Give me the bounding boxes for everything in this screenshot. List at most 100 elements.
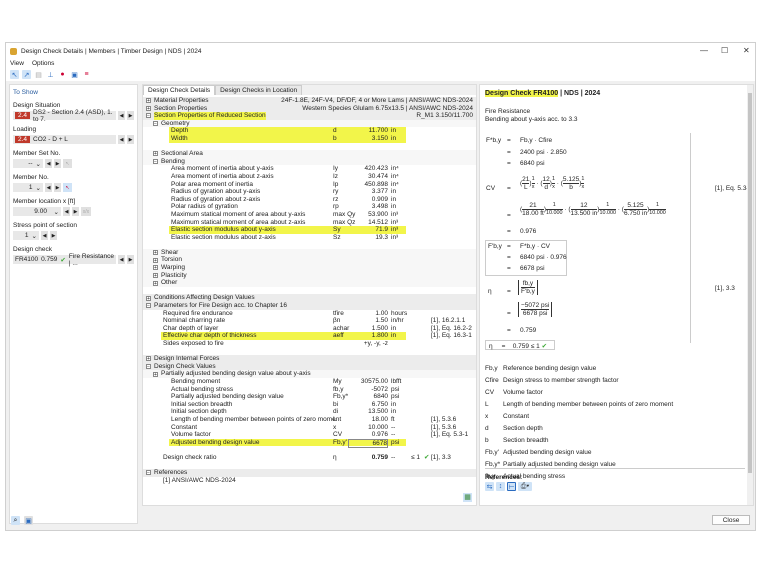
prev-icon[interactable]: ◀ [118,255,125,264]
expand-icon[interactable]: + [153,265,158,271]
expand-icon[interactable]: + [153,250,158,256]
next-icon[interactable]: ▶ [127,135,134,144]
expand-icon[interactable]: + [153,151,158,157]
location-select[interactable]: 9.00 ⌄ [13,207,61,216]
collapse-icon[interactable]: − [146,113,151,119]
table-row[interactable]: Partially adjusted bending design value F… [143,393,476,401]
table-row[interactable]: Depth d 11.700 in [143,127,476,135]
section-group[interactable]: − Design Check Values [143,362,476,371]
prev-icon[interactable]: ◀ [41,231,48,240]
table-row[interactable]: Required fire endurance tfire 1.00 hours [143,310,476,318]
fit-width-icon[interactable]: ⊢ [507,482,516,491]
next-icon[interactable]: ▶ [50,231,57,240]
expand-icon[interactable]: + [153,371,158,377]
table-row[interactable]: Actual bending stress fb,y -5072 psi [143,386,476,394]
subsection-group[interactable]: − Bending [143,157,476,166]
table-row[interactable]: Area moment of inertia about y-axis Iy 420… [143,165,476,173]
subsection-group[interactable]: + Plasticity [143,271,476,280]
menu-options[interactable]: Options [32,60,54,67]
select-icon[interactable]: ↖ [10,70,19,79]
view-icon[interactable]: ▣ [24,516,33,525]
prev-icon[interactable]: ◀ [63,207,70,216]
table-row[interactable]: Effective char depth of thickness aeff 1.8… [143,332,476,340]
pick-member-set-icon[interactable]: ↖ [63,159,72,168]
prev-icon[interactable]: ◀ [45,183,52,192]
expand-icon[interactable]: + [146,98,151,104]
section-group[interactable]: − References [143,469,476,477]
table-row[interactable]: Constant x 10.000 -- [1], 5.3.6 [143,424,476,432]
table-row[interactable]: Polar radius of gyration rp 3.498 in [143,203,476,211]
table-row[interactable]: Adjusted bending design value Fb,y' 6678 ps… [143,438,476,449]
subsection-group[interactable]: + Partially adjusted bending design value… [143,370,476,378]
report-scrollbar[interactable] [747,85,753,505]
table-row[interactable]: Volume factor CV 0.976 -- [1], Eq. 5.3-1 [143,431,476,439]
table-row[interactable]: Bending moment My 30575.00 lbfft [143,378,476,386]
tab-design-checks-in-location[interactable]: Design Checks in Location [215,85,303,95]
color-scale-icon[interactable]: ● [58,70,67,79]
next-icon[interactable]: ▶ [127,111,134,120]
table-row[interactable]: Radius of gyration about y-axis ry 3.377 in [143,188,476,196]
table-row[interactable]: Polar area moment of inertia Ip 450.898 in⁴ [143,181,476,189]
tab-design-check-details[interactable]: Design Check Details [143,85,216,95]
table-row[interactable]: Width b 3.150 in [143,134,476,143]
table-row[interactable]: Nominal charring rate βn 1.50 in/hr [1], 16.… [143,317,476,325]
subsection-group[interactable]: + Torsion [143,256,476,265]
stress-point-select[interactable]: 1 ⌄ [13,231,39,240]
collapse-icon[interactable]: − [153,121,158,127]
maximize-button[interactable]: ☐ [721,46,728,55]
collapse-icon[interactable]: − [153,159,158,165]
section-group[interactable]: + Material Properties 24F-1.8E, 24F-V4, DF… [143,97,476,105]
subsection-group[interactable]: + Warping [143,264,476,272]
filter-icon[interactable]: ▤ [34,70,43,79]
section-group[interactable]: + Design Internal Forces [143,355,476,363]
member-icon[interactable]: ⊥ [46,70,55,79]
settings-icon[interactable]: ≡ [82,70,91,79]
expand-icon[interactable]: + [153,272,158,278]
table-row[interactable]: Elastic section modulus about z-axis Sz 19… [143,234,476,242]
design-situation-select[interactable]: 2.4 DS2 - Section 2.4 (ASD), 1. to 7. [13,109,116,123]
minimize-button[interactable]: — [700,46,708,55]
collapse-icon[interactable]: − [146,303,151,309]
subsection-group[interactable]: + Other [143,279,476,287]
section-group[interactable]: − Parameters for Fire Design acc. to Chap… [143,302,476,310]
collapse-icon[interactable]: − [146,364,151,370]
expand-icon[interactable]: + [146,105,151,111]
section-group[interactable]: + Section Properties Western Species Glula… [143,104,476,113]
next-icon[interactable]: ▶ [127,255,134,264]
table-row[interactable]: Sides exposed to fire +y, -y, -z [143,340,476,348]
collapse-icon[interactable]: − [146,470,151,476]
table-row[interactable]: Length of bending member between points … [143,416,476,424]
member-set-select[interactable]: -- ⌄ [13,159,43,168]
prev-icon[interactable]: ◀ [118,111,125,120]
table-row[interactable]: Maximum statical moment of area about y-… [143,211,476,219]
next-icon[interactable]: ▶ [54,159,61,168]
symbols-icon[interactable]: ↕ [496,482,505,491]
prev-icon[interactable]: ◀ [45,159,52,168]
table-row[interactable]: Area moment of inertia about z-axis Iz 30.… [143,173,476,181]
table-row[interactable]: Initial section breadth bi 6.750 in [143,401,476,409]
table-row[interactable]: Char depth of layer achar 1.500 in [1], Eq. … [143,325,476,333]
export-icon[interactable]: ▦ [463,493,472,502]
member-select[interactable]: 1 ⌄ [13,183,43,192]
print-icon[interactable]: ⎙▾ [518,482,532,491]
expand-icon[interactable]: + [153,257,158,263]
table-row[interactable]: Elastic section modulus about y-axis Sy 71… [143,226,476,234]
section-icon[interactable]: ▣ [70,70,79,79]
close-button[interactable]: Close [712,515,750,525]
search-icon[interactable]: ⌕ [11,516,20,525]
location-options-icon[interactable]: x/x [81,207,91,216]
subsection-group[interactable]: − Geometry [143,119,476,128]
section-group[interactable]: + Conditions Affecting Design Values [143,294,476,303]
table-row[interactable]: Radius of gyration about z-axis rz 0.909 in [143,196,476,204]
subsection-group[interactable]: + Sectional Area [143,150,476,158]
next-icon[interactable]: ▶ [54,183,61,192]
expand-icon[interactable]: + [146,356,151,362]
table-row[interactable]: Initial section depth di 13.500 in [143,408,476,416]
subsection-group[interactable]: + Shear [143,248,476,257]
section-group[interactable]: − Section Properties of Reduced Section R_… [143,112,476,120]
expand-icon[interactable]: + [153,280,158,286]
pick-icon[interactable]: ↗ [22,70,31,79]
pick-member-icon[interactable]: ↖ [63,183,72,192]
loading-select[interactable]: 2.4 CO2 - D + L [13,135,116,144]
menu-view[interactable]: View [10,60,24,67]
